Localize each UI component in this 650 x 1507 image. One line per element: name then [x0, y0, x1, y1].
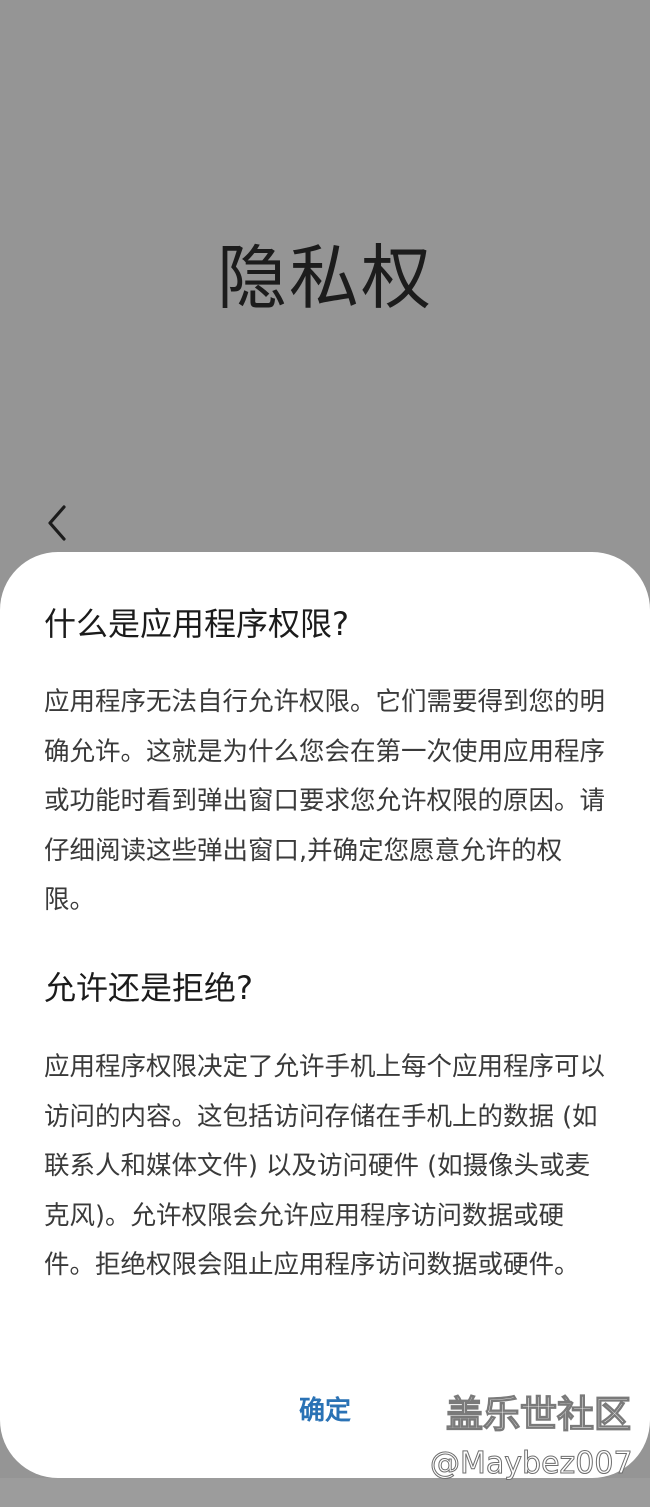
confirm-button[interactable]: 确定	[270, 1388, 380, 1434]
watermark-community-name: 盖乐世社区	[445, 1392, 631, 1436]
chevron-left-icon	[48, 505, 66, 541]
back-button[interactable]	[30, 496, 84, 550]
watermark-username: @Maybez007	[430, 1446, 634, 1482]
section-heading-allow-or-deny: 允许还是拒绝?	[44, 969, 253, 1007]
page-title: 隐私权	[217, 237, 433, 319]
section-body-what-are-permissions: 应用程序无法自行允许权限。它们需要得到您的明确允许。这就是为什么您会在第一次使用…	[44, 687, 606, 915]
section-heading-what-are-permissions: 什么是应用程序权限?	[44, 605, 349, 643]
section-body-allow-or-deny: 应用程序权限决定了允许手机上每个应用程序可以访问的内容。这包括访问存储在手机上的…	[44, 1052, 606, 1280]
